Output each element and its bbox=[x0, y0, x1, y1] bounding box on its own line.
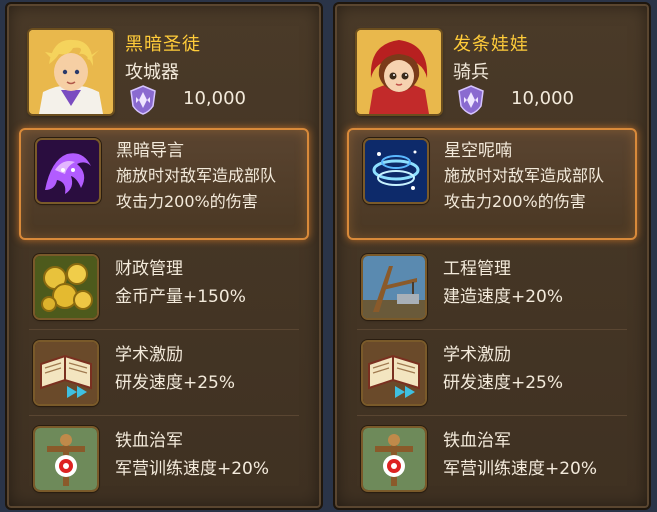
skill-row[interactable]: 学术激励 研发速度+25% bbox=[347, 336, 637, 412]
main-skill-desc-line2: 攻击力200%的伤害 bbox=[444, 192, 586, 211]
skill-name: 财政管理 bbox=[115, 259, 183, 279]
skill-name: 铁血治军 bbox=[115, 431, 183, 451]
skill-desc: 金币产量+150% bbox=[115, 287, 246, 307]
book-icon bbox=[363, 342, 425, 404]
skill-name: 学术激励 bbox=[115, 345, 183, 365]
main-skill-desc: 施放时对敌军造成部队 攻击力200%的伤害 bbox=[116, 163, 306, 215]
main-skill-desc: 施放时对敌军造成部队 攻击力200%的伤害 bbox=[444, 163, 634, 215]
hero-header: 黑暗圣徒 攻城器 10,000 bbox=[29, 30, 311, 120]
rank-shield-icon bbox=[130, 85, 156, 115]
skill-desc: 研发速度+25% bbox=[115, 373, 236, 393]
skill-name: 铁血治军 bbox=[443, 431, 511, 451]
gold-coins-icon bbox=[35, 256, 97, 318]
hero-name: 黑暗圣徒 bbox=[125, 34, 201, 55]
skill-desc: 建造速度+20% bbox=[443, 287, 564, 307]
dark-sermon-icon bbox=[37, 140, 99, 202]
main-skill-desc-line1: 施放时对敌军造成部队 bbox=[444, 166, 605, 185]
skill-desc: 军营训练速度+20% bbox=[443, 459, 598, 479]
divider bbox=[29, 415, 299, 416]
skill-row[interactable]: 工程管理 建造速度+20% bbox=[347, 250, 637, 326]
divider bbox=[29, 329, 299, 330]
main-skill-card[interactable]: 黑暗导言 施放时对敌军造成部队 攻击力200%的伤害 bbox=[19, 128, 309, 240]
divider bbox=[357, 329, 627, 330]
main-skill-desc-line2: 攻击力200%的伤害 bbox=[116, 192, 258, 211]
hero-portrait[interactable] bbox=[357, 30, 441, 114]
main-skill-card[interactable]: 星空呢喃 施放时对敌军造成部队 攻击力200%的伤害 bbox=[347, 128, 637, 240]
skill-name: 工程管理 bbox=[443, 259, 511, 279]
hero-portrait[interactable] bbox=[29, 30, 113, 114]
hero-name: 发条娃娃 bbox=[453, 34, 529, 55]
hero-power: 10,000 bbox=[183, 88, 246, 109]
book-icon bbox=[35, 342, 97, 404]
skill-row[interactable]: 铁血治军 军营训练速度+20% bbox=[19, 422, 309, 498]
engineering-icon bbox=[363, 256, 425, 318]
training-dummy-icon bbox=[363, 428, 425, 490]
hero-type: 骑兵 bbox=[453, 62, 489, 83]
skill-desc: 研发速度+25% bbox=[443, 373, 564, 393]
skill-desc: 军营训练速度+20% bbox=[115, 459, 270, 479]
skill-name: 学术激励 bbox=[443, 345, 511, 365]
hero-header: 发条娃娃 骑兵 10,000 bbox=[357, 30, 639, 120]
hero-power: 10,000 bbox=[511, 88, 574, 109]
hero-type: 攻城器 bbox=[125, 62, 179, 83]
main-skill-name: 黑暗导言 bbox=[116, 141, 184, 161]
skill-row[interactable]: 铁血治军 军营训练速度+20% bbox=[347, 422, 637, 498]
skill-row[interactable]: 财政管理 金币产量+150% bbox=[19, 250, 309, 326]
hero-card-clockwork-doll: 发条娃娃 骑兵 10,000 星空呢喃 施放时对敌军造成部队 攻击力200%的伤… bbox=[333, 2, 651, 510]
training-dummy-icon bbox=[35, 428, 97, 490]
skill-row[interactable]: 学术激励 研发速度+25% bbox=[19, 336, 309, 412]
starry-whisper-icon bbox=[365, 140, 427, 202]
rank-shield-icon bbox=[458, 85, 484, 115]
main-skill-name: 星空呢喃 bbox=[444, 141, 512, 161]
main-skill-desc-line1: 施放时对敌军造成部队 bbox=[116, 166, 277, 185]
divider bbox=[357, 415, 627, 416]
hero-card-dark-saint: 黑暗圣徒 攻城器 10,000 黑暗导言 施放时对敌军造成部队 攻击力200%的… bbox=[5, 2, 323, 510]
